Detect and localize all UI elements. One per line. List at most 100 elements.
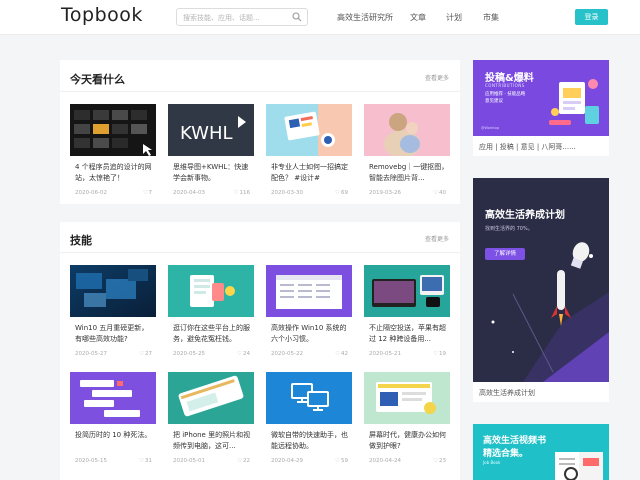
article-card[interactable]: 投简历时的 10 种死法。 2020-05-15 ♡31 (70, 372, 156, 470)
logo[interactable]: Topbook (61, 4, 143, 26)
login-button[interactable]: 登录 (575, 9, 608, 25)
contribute-badge: @Worktop (481, 126, 500, 130)
article-card[interactable]: 4 个程序员追的设计的网站，太惊艳了！ 2020-06-02 ♡7 (70, 104, 156, 202)
heart-icon: ♡ (433, 458, 438, 464)
article-thumbnail (266, 372, 352, 424)
article-card[interactable]: KWHL 思维导图+KWHL：快速学会新事物。 2020-04-03 ♡116 (168, 104, 254, 202)
article-date: 2020-05-21 (369, 351, 401, 357)
nav-item-articles[interactable]: 文章 (410, 12, 426, 23)
plan-banner[interactable]: 高效生活养成计划 找到生活界的 70%。 了解详情 高效生活养成计划 (473, 178, 609, 402)
article-title[interactable]: 高效操作 Win10 系统的六个小习惯。 (271, 323, 351, 345)
book-illustration-icon (555, 452, 603, 480)
article-date: 2020-05-25 (173, 351, 205, 357)
contribute-illustration-icon (549, 79, 599, 125)
like-count[interactable]: ♡27 (139, 351, 152, 357)
contribute-heading: 投稿&爆料 (485, 73, 534, 84)
top-header: Topbook 高效生活研究所 文章 计划 市集 登录 (0, 0, 640, 35)
article-thumbnail (266, 265, 352, 317)
article-date: 2020-04-29 (271, 458, 303, 464)
like-count[interactable]: ♡31 (139, 458, 152, 464)
nav-item-plan[interactable]: 计划 (446, 12, 462, 23)
search-icon[interactable] (292, 12, 302, 22)
article-date: 2019-03-26 (369, 190, 401, 196)
article-thumbnail (70, 372, 156, 424)
article-card[interactable]: 非专业人士如何一招搞定配色？ #设计# 2020-03-30 ♡69 (266, 104, 352, 202)
article-date: 2020-05-15 (75, 458, 107, 464)
like-count[interactable]: ♡69 (335, 190, 348, 196)
divider (60, 91, 460, 92)
kwhl-text: KWHL (180, 123, 233, 144)
plan-caption[interactable]: 高效生活养成计划 (479, 388, 535, 398)
contribute-banner[interactable]: 投稿&爆料 CONTRIBUTIONS 应用推荐 · 技能品略 意见建议 @Wo… (473, 60, 609, 156)
plan-image: 高效生活养成计划 找到生活界的 70%。 了解详情 (473, 178, 609, 382)
article-title[interactable]: Win10 五月重磅更新，有哪些高效功能? (75, 323, 155, 345)
nav-item-market[interactable]: 市集 (483, 12, 499, 23)
article-title[interactable]: 不止隔空投送，苹果有超过 12 种跨设备用... (369, 323, 449, 345)
contribute-caption[interactable]: 应用 | 投稿 | 意见 | 八阿哥...... (479, 142, 576, 152)
like-count[interactable]: ♡19 (433, 351, 446, 357)
heart-icon: ♡ (233, 190, 239, 196)
article-date: 2020-05-27 (75, 351, 107, 357)
article-thumbnail (168, 265, 254, 317)
heart-icon: ♡ (335, 190, 340, 196)
heart-icon: ♡ (139, 458, 144, 464)
article-card[interactable]: 微软自带的快速助手，也能远程协助。 2020-04-29 ♡59 (266, 372, 352, 470)
like-count[interactable]: ♡22 (237, 458, 250, 464)
search-box[interactable] (176, 8, 308, 26)
article-title[interactable]: 微软自带的快速助手，也能远程协助。 (271, 430, 351, 452)
article-card[interactable]: 高效操作 Win10 系统的六个小习惯。 2020-05-22 ♡42 (266, 265, 352, 363)
article-thumbnail (70, 265, 156, 317)
article-thumbnail: KWHL (168, 104, 254, 156)
article-title[interactable]: 把 iPhone 里的照片和视频传到电脑，这可... (173, 430, 253, 452)
like-count[interactable]: ♡42 (335, 351, 348, 357)
contribute-line1: 应用推荐 · 技能品略 (485, 92, 526, 97)
article-title[interactable]: 思维导图+KWHL：快速学会新事物。 (173, 162, 253, 184)
article-thumbnail (364, 372, 450, 424)
contribute-sub: CONTRIBUTIONS (485, 83, 525, 88)
article-date: 2020-04-03 (173, 190, 205, 196)
heart-icon: ♡ (335, 458, 340, 464)
search-input[interactable] (183, 11, 293, 24)
article-card[interactable]: 逛订你在这些平台上的服务，避免花冤枉钱。 2020-05-25 ♡24 (168, 265, 254, 363)
article-card[interactable]: 不止隔空投送，苹果有超过 12 种跨设备用... 2020-05-21 ♡19 (364, 265, 450, 363)
article-card[interactable]: 把 iPhone 里的照片和视频传到电脑，这可... 2020-05-01 ♡2… (168, 372, 254, 470)
article-card[interactable]: 屏幕时代，健康办公如何做到护眼? 2020-04-24 ♡23 (364, 372, 450, 470)
like-count[interactable]: ♡24 (237, 351, 250, 357)
article-card[interactable]: Removebg｜一键抠图，智能去除图片背... 2019-03-26 ♡40 (364, 104, 450, 202)
video-book-heading1: 高效生活视频书 (483, 436, 547, 446)
heart-icon: ♡ (433, 351, 438, 357)
like-count[interactable]: ♡116 (234, 190, 250, 196)
heart-icon: ♡ (237, 351, 242, 357)
video-book-heading2: 精选合集。 (483, 449, 529, 459)
more-link[interactable]: 查看更多 (425, 73, 449, 82)
article-title[interactable]: 逛订你在这些平台上的服务，避免花冤枉钱。 (173, 323, 253, 345)
contribute-line2: 意见建议 (485, 99, 503, 104)
article-date: 2020-03-30 (271, 190, 303, 196)
article-card[interactable]: Win10 五月重磅更新，有哪些高效功能? 2020-05-27 ♡27 (70, 265, 156, 363)
heart-icon: ♡ (433, 190, 438, 196)
today-card: 今天看什么 查看更多 4 个程序员追的设计的网站，太惊艳了！ 2020-06-0… (60, 60, 460, 204)
like-count[interactable]: ♡23 (433, 458, 446, 464)
article-title[interactable]: 屏幕时代，健康办公如何做到护眼? (369, 430, 449, 452)
more-link[interactable]: 查看更多 (425, 234, 449, 243)
article-title[interactable]: 投简历时的 10 种死法。 (75, 430, 155, 441)
article-title[interactable]: Removebg｜一键抠图，智能去除图片背... (369, 162, 449, 184)
article-thumbnail (70, 104, 156, 156)
section-title: 今天看什么 (70, 73, 125, 86)
like-count[interactable]: ♡59 (335, 458, 348, 464)
video-book-banner[interactable]: 高效生活视频书 精选合集。 Job Book (473, 424, 609, 480)
like-count[interactable]: ♡7 (143, 190, 152, 196)
like-count[interactable]: ♡40 (433, 190, 446, 196)
article-thumbnail (364, 104, 450, 156)
heart-icon: ♡ (237, 458, 242, 464)
article-date: 2020-04-24 (369, 458, 401, 464)
rocket-illustration-icon (491, 242, 609, 382)
nav-item-lab[interactable]: 高效生活研究所 (337, 12, 393, 23)
article-date: 2020-05-22 (271, 351, 303, 357)
skills-card: 技能 查看更多 Win10 五月重磅更新，有哪些高效功能? 2020-05-27… (60, 222, 460, 480)
article-title[interactable]: 非专业人士如何一招搞定配色？ #设计# (271, 162, 351, 184)
contribute-image: 投稿&爆料 CONTRIBUTIONS 应用推荐 · 技能品略 意见建议 @Wo… (473, 60, 609, 136)
article-date: 2020-05-01 (173, 458, 205, 464)
article-title[interactable]: 4 个程序员追的设计的网站，太惊艳了！ (75, 162, 155, 184)
section-title: 技能 (70, 234, 92, 247)
